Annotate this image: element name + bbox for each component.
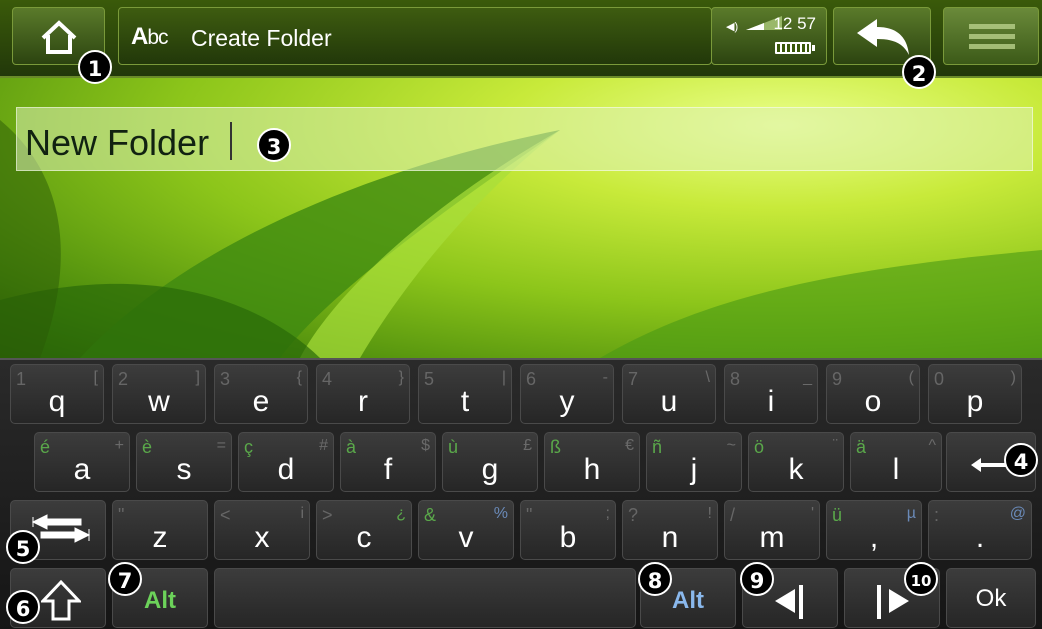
key-l-label: l [892, 453, 900, 486]
key-x[interactable]: < i x [214, 500, 310, 560]
key-z-label: z [152, 521, 168, 554]
battery-icon [775, 42, 815, 54]
key-u-label: u [660, 385, 678, 418]
key-t[interactable]: 5 | t [418, 364, 512, 424]
key-q-label: q [48, 385, 66, 418]
key-a-label: a [73, 453, 91, 486]
key-u[interactable]: 7 \ u [622, 364, 716, 424]
key-g[interactable]: ù £ g [442, 432, 538, 492]
abc-icon: Abc [131, 23, 169, 50]
key-j-label: j [690, 453, 698, 486]
key-w[interactable]: 2 ] w [112, 364, 206, 424]
key-o[interactable]: 9 ( o [826, 364, 920, 424]
key-r[interactable]: 4 } r [316, 364, 410, 424]
folder-name-input[interactable]: New Folder [16, 107, 1033, 171]
key-s-label: s [176, 453, 192, 486]
callout-4: 4 [1004, 443, 1038, 477]
folder-name-value: New Folder [25, 122, 210, 163]
ok-label: Ok [975, 585, 1007, 612]
screen: Abc Create Folder ◀) 12 57 New Folder 1 … [0, 0, 1042, 629]
key-m-label: m [759, 521, 785, 554]
key-w-label: w [148, 385, 170, 418]
callout-9: 9 [740, 562, 774, 596]
key-j[interactable]: ñ ~ j [646, 432, 742, 492]
key-x-label: x [254, 521, 270, 554]
key-d[interactable]: ç # d [238, 432, 334, 492]
status-area: ◀) 12 57 [711, 7, 827, 65]
key-e[interactable]: 3 { e [214, 364, 308, 424]
key-k[interactable]: ö ¨ k [748, 432, 844, 492]
cursor-left-icon [775, 585, 803, 619]
key-n[interactable]: ? ! n [622, 500, 718, 560]
key-h[interactable]: ß € h [544, 432, 640, 492]
key-a[interactable]: é + a [34, 432, 130, 492]
title-bar: Abc Create Folder [118, 7, 712, 65]
callout-2: 2 [902, 55, 936, 89]
callout-3: 3 [257, 128, 291, 162]
key-p-label: p [966, 385, 984, 418]
key-p[interactable]: 0 ) p [928, 364, 1022, 424]
key-m[interactable]: / ' m [724, 500, 820, 560]
page-title: Create Folder [191, 25, 332, 51]
key-o-label: o [864, 385, 882, 418]
space-key[interactable] [214, 568, 636, 628]
callout-6: 6 [6, 590, 40, 624]
key-i[interactable]: 8 _ i [724, 364, 818, 424]
home-icon [41, 20, 77, 54]
key-y[interactable]: 6 - y [520, 364, 614, 424]
key-v-label: v [458, 521, 474, 554]
speaker-icon: ◀) [726, 21, 739, 33]
shift-arrow-icon [41, 579, 81, 621]
callout-5: 5 [6, 530, 40, 564]
key-g-label: g [481, 453, 499, 486]
key-b-label: b [559, 521, 577, 554]
clock: 12 57 [773, 14, 816, 33]
key-v[interactable]: & % v [418, 500, 514, 560]
key-s[interactable]: è = s [136, 432, 232, 492]
menu-icon [969, 24, 1015, 50]
key-period-label: . [975, 521, 985, 554]
callout-1: 1 [78, 50, 112, 84]
top-bar: Abc Create Folder ◀) 12 57 [0, 0, 1042, 78]
menu-button[interactable] [943, 7, 1039, 65]
key-r-label: r [358, 385, 368, 418]
key-z[interactable]: " z [112, 500, 208, 560]
key-k-label: k [788, 453, 804, 486]
key-q[interactable]: 1 [ q [10, 364, 104, 424]
key-l[interactable]: ä ^ l [850, 432, 942, 492]
key-f-label: f [383, 453, 393, 486]
back-arrow-icon [857, 19, 909, 55]
text-caret [230, 122, 232, 160]
key-n-label: n [661, 521, 679, 554]
callout-10: 10 [904, 562, 938, 596]
key-c-label: c [356, 521, 372, 554]
key-b[interactable]: " ; b [520, 500, 616, 560]
ok-key[interactable]: Ok [946, 568, 1036, 628]
tab-arrows-icon [31, 514, 91, 543]
key-c[interactable]: > ¿ c [316, 500, 412, 560]
key-t-label: t [460, 385, 470, 418]
key-period[interactable]: : @ . [928, 500, 1032, 560]
key-f[interactable]: à $ f [340, 432, 436, 492]
key-h-label: h [583, 453, 601, 486]
key-i-label: i [767, 385, 775, 418]
key-d-label: d [277, 453, 295, 486]
key-comma-label: , [869, 521, 879, 554]
key-y-label: y [559, 385, 575, 418]
virtual-keyboard: 1 [ q 2 ] w 3 { e 4 } r 5 | t 6 - y 7 \ … [0, 358, 1042, 629]
backspace-arrow-icon [971, 458, 1007, 472]
key-e-label: e [252, 385, 270, 418]
key-comma[interactable]: ü µ , [826, 500, 922, 560]
callout-7: 7 [108, 562, 142, 596]
callout-8: 8 [638, 562, 672, 596]
